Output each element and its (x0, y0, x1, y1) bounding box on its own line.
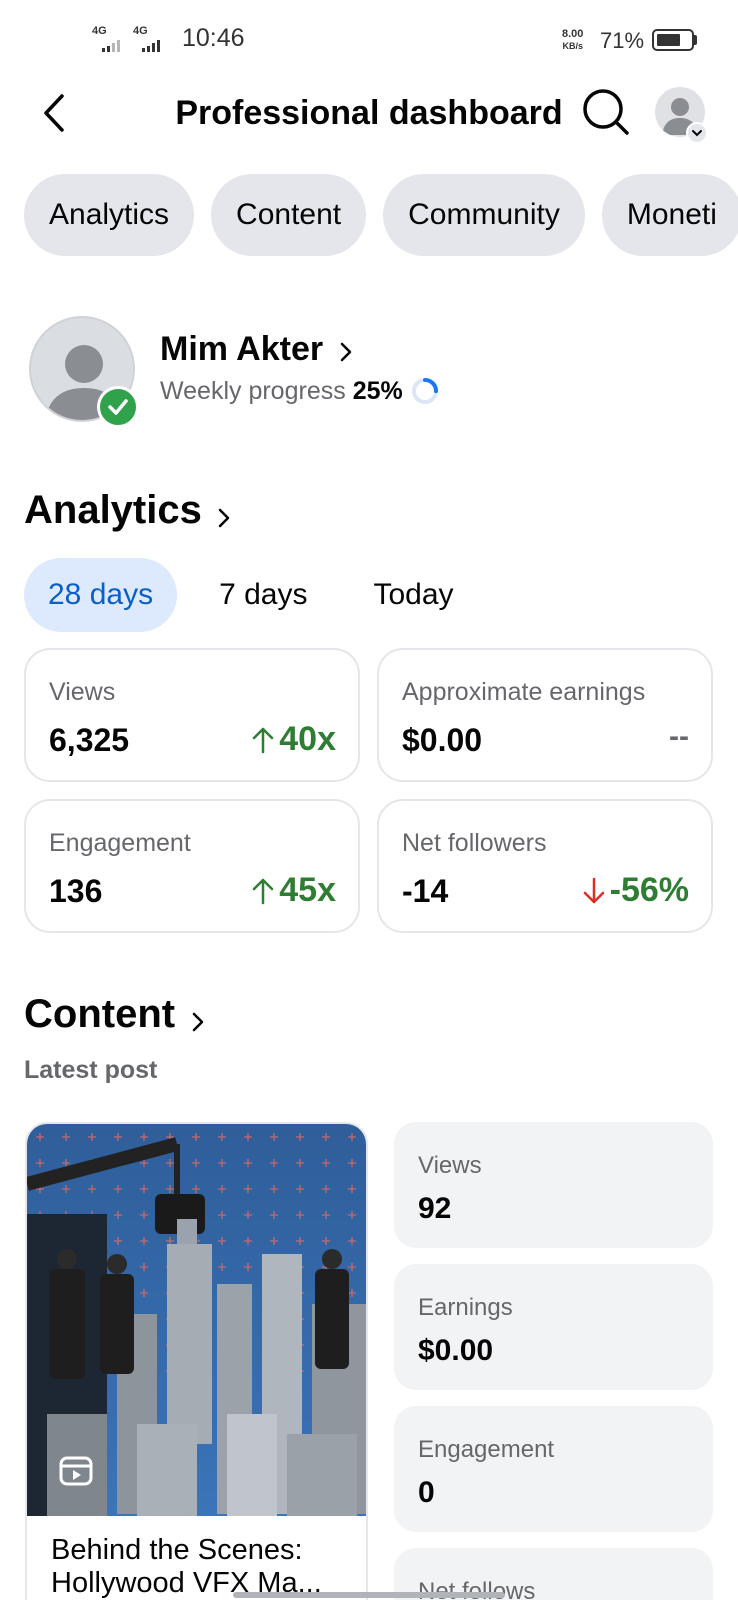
profile-name[interactable]: Mim Akter (160, 330, 323, 369)
arrow-up-icon (253, 878, 274, 904)
chevron-right-icon[interactable] (188, 1007, 208, 1037)
period-tab-28-days[interactable]: 28 days (24, 558, 178, 632)
arrow-down-icon (583, 877, 604, 903)
weekly-progress: Weekly progress 25% (160, 376, 440, 406)
header: Professional dashboard (0, 80, 738, 150)
metric-card-views[interactable]: Views 6,325 40x (24, 648, 360, 782)
metric-label: Views (49, 678, 116, 706)
period-tab-7-days[interactable]: 7 days (195, 558, 331, 632)
post-stat-engagement: Engagement 0 (394, 1406, 713, 1532)
network-type-1: 4G (92, 25, 107, 37)
latest-post-label: Latest post (24, 1056, 158, 1084)
metric-card-net-followers[interactable]: Net followers -14 -56% (377, 799, 713, 933)
metric-change: -56% (582, 871, 689, 910)
stat-label: Engagement (418, 1436, 555, 1463)
chevron-right-icon[interactable] (214, 503, 234, 533)
status-bar: 4G 4G 10:46 8.00 KB/s 71% (0, 0, 738, 80)
metric-change: -- (669, 720, 689, 754)
tab-monetization[interactable]: Moneti (601, 174, 738, 256)
network-speed: 8.00 KB/s (562, 28, 583, 52)
post-title: Behind the Scenes: Hollywood VFX Ma... (51, 1534, 322, 1599)
metric-value: 136 (49, 873, 103, 909)
metric-change: 45x (251, 871, 336, 910)
chevron-down-icon[interactable] (686, 122, 708, 144)
metric-change-value: -56% (609, 871, 689, 909)
post-stat-views: Views 92 (394, 1122, 713, 1248)
battery-tip (694, 35, 697, 45)
stat-value: $0.00 (418, 1334, 494, 1367)
battery-percent: 71% (600, 28, 645, 53)
stat-label: Earnings (418, 1294, 513, 1321)
battery-icon (652, 29, 694, 51)
weekly-progress-value: 25% (352, 376, 403, 405)
clock: 10:46 (182, 24, 245, 52)
analytics-section-title[interactable]: Analytics (24, 488, 202, 533)
arrow-up-icon (253, 727, 274, 753)
metric-change-value: 45x (279, 871, 336, 909)
chevron-right-icon[interactable] (336, 338, 356, 366)
latest-post-card[interactable]: Behind the Scenes: Hollywood VFX Ma... (25, 1122, 368, 1600)
metric-value: $0.00 (402, 722, 483, 758)
metric-label: Approximate earnings (402, 678, 646, 706)
speed-unit: KB/s (562, 41, 583, 51)
post-stat-earnings: Earnings $0.00 (394, 1264, 713, 1390)
weekly-progress-label: Weekly progress (160, 376, 346, 405)
stat-label: Views (418, 1152, 482, 1179)
tab-content[interactable]: Content (211, 174, 367, 256)
top-tabs: Analytics Content Community Moneti (24, 174, 738, 256)
period-tabs: 28 days 7 days Today (24, 558, 496, 632)
metric-change-value: -- (669, 720, 689, 753)
reel-icon (59, 1454, 93, 1488)
stat-value: 92 (418, 1192, 452, 1225)
metric-change: 40x (251, 720, 336, 759)
stat-value: 0 (418, 1476, 435, 1509)
home-indicator[interactable] (233, 1592, 505, 1598)
progress-ring-icon (411, 378, 438, 404)
network-type-2: 4G (133, 25, 148, 37)
metric-card-engagement[interactable]: Engagement 136 45x (24, 799, 360, 933)
metric-value: -14 (402, 873, 449, 909)
metric-card-earnings[interactable]: Approximate earnings $0.00 -- (377, 648, 713, 782)
period-tab-today[interactable]: Today (349, 558, 477, 632)
content-section-title[interactable]: Content (24, 992, 175, 1037)
check-badge-icon (97, 386, 139, 428)
metric-label: Engagement (49, 829, 191, 857)
metric-change-value: 40x (279, 720, 336, 758)
metric-value: 6,325 (49, 722, 130, 758)
metric-label: Net followers (402, 829, 547, 857)
search-icon[interactable] (580, 86, 632, 138)
speed-value: 8.00 (562, 28, 584, 40)
signal-strength-icon (102, 40, 120, 52)
tab-community[interactable]: Community (383, 174, 585, 256)
tab-analytics[interactable]: Analytics (24, 174, 195, 256)
signal-strength-icon (142, 40, 160, 52)
